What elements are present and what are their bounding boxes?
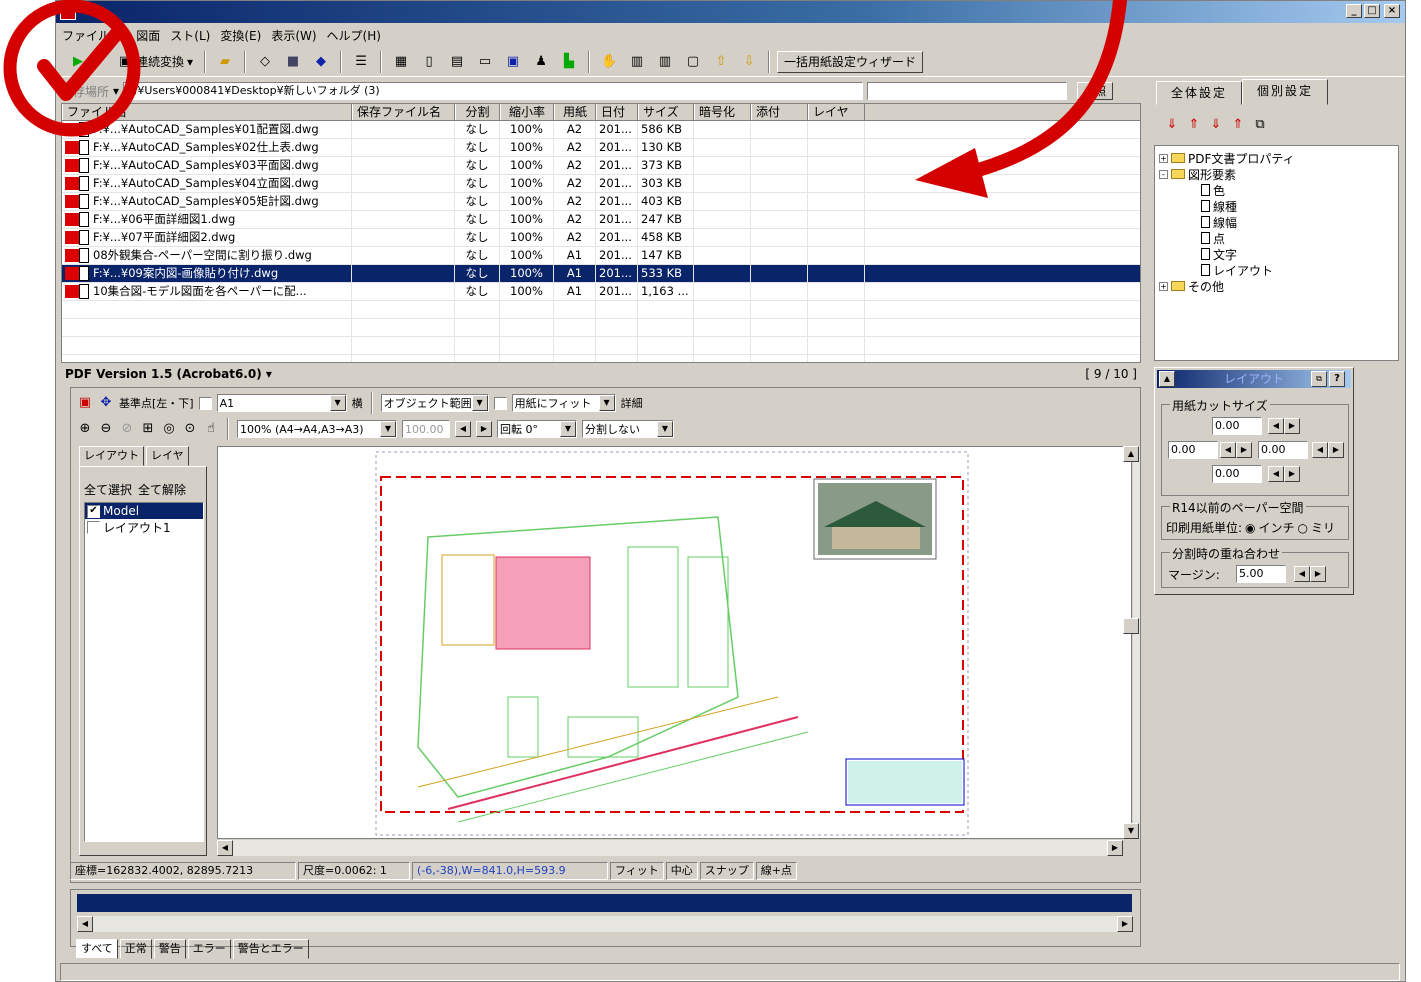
check-circle-annotation (3, 0, 141, 137)
arrow-head-annotation (915, 148, 988, 198)
check-mark-annotation (37, 25, 125, 101)
annotation-overlay (3, 0, 1127, 198)
arrow-annotation (953, 0, 1127, 182)
